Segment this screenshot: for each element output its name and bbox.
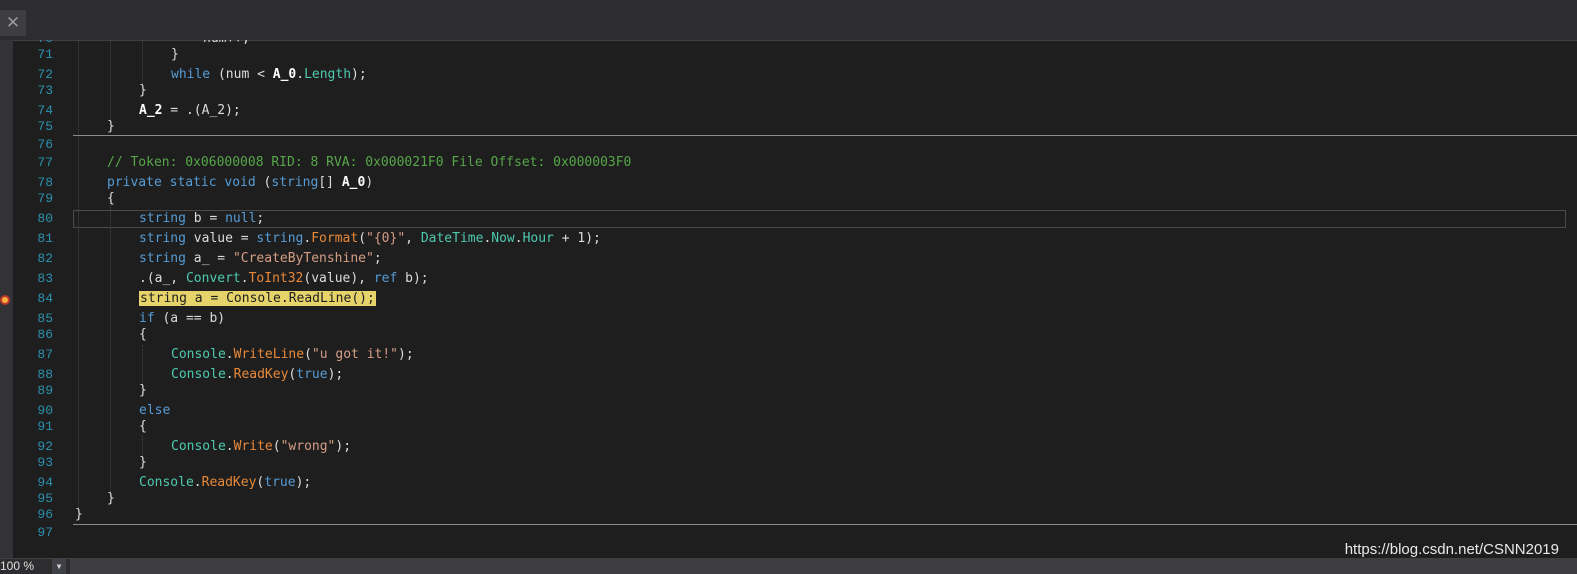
code-text: } (75, 507, 83, 522)
code-line[interactable]: 75} (0, 118, 1577, 136)
code-line[interactable]: 76 (0, 136, 1577, 154)
code-text: } (171, 47, 179, 62)
code-line[interactable]: 89} (0, 382, 1577, 400)
code-text: string value = string.Format("{0}", Date… (139, 231, 601, 246)
code-editor[interactable]: 70num++; 71} 72while (num < A_0.Length);… (0, 40, 1577, 558)
code-line[interactable]: 73} (0, 82, 1577, 100)
code-line[interactable]: 87 Console.WriteLine("u got it!"); (0, 346, 1577, 364)
close-icon: ✕ (5, 13, 21, 33)
code-line[interactable]: 77 // Token: 0x06000008 RID: 8 RVA: 0x000… (0, 154, 1577, 172)
watermark: https://blog.csdn.net/CSNN2019 (1344, 541, 1559, 558)
line-number: 76 (37, 137, 53, 152)
code-line[interactable]: 91 { (0, 418, 1577, 436)
line-number: 80 (37, 211, 53, 226)
line-number: 96 (37, 507, 53, 522)
line-number: 81 (37, 231, 53, 246)
code-line[interactable]: 84 string a = Console.ReadLine(); (0, 290, 1577, 308)
line-number: 83 (37, 271, 53, 286)
code-text: // Token: 0x06000008 RID: 8 RVA: 0x00002… (107, 155, 632, 170)
horizontal-scrollbar[interactable] (70, 559, 1577, 574)
code-line[interactable]: 82 string a_ = "CreateByTenshine"; (0, 250, 1577, 268)
line-number: 86 (37, 327, 53, 342)
code-line[interactable]: 81 string value = string.Format("{0}", Da… (0, 230, 1577, 248)
line-number: 71 (37, 47, 53, 62)
code-line[interactable]: 71} (0, 46, 1577, 64)
line-number: 79 (37, 191, 53, 206)
line-number: 93 (37, 455, 53, 470)
line-number: 75 (37, 119, 53, 134)
close-tab-button[interactable]: ✕ (0, 10, 26, 36)
code-text: Console.WriteLine("u got it!"); (171, 347, 414, 362)
zoom-level[interactable]: 100 % (0, 559, 50, 574)
breakpoint-highlight: string a = Console.ReadLine(); (139, 291, 376, 306)
code-text: } (139, 383, 147, 398)
line-number: 97 (37, 525, 53, 540)
code-line[interactable]: 97 (0, 524, 1577, 542)
tab-bar: ✕ (0, 0, 1577, 41)
code-text: } (107, 119, 115, 134)
code-line[interactable]: 79 { (0, 190, 1577, 208)
line-number: 91 (37, 419, 53, 434)
line-number: 89 (37, 383, 53, 398)
chevron-down-icon[interactable]: ▼ (52, 559, 66, 574)
code-text: string a_ = "CreateByTenshine"; (139, 251, 382, 266)
code-line[interactable]: 96} (0, 506, 1577, 524)
line-number: 87 (37, 347, 53, 362)
code-text: .(a_, Convert.ToInt32(value), ref b); (139, 271, 429, 286)
code-line[interactable]: 80 string b = null; (0, 210, 1577, 228)
line-number: 77 (37, 155, 53, 170)
code-text: } (139, 83, 147, 98)
status-bar: 100 % ▼ (0, 558, 1577, 574)
code-line[interactable]: 83 .(a_, Convert.ToInt32(value), ref b); (0, 270, 1577, 288)
line-number: 82 (37, 251, 53, 266)
code-line[interactable]: 93} (0, 454, 1577, 472)
line-number: 84 (37, 291, 53, 306)
code-line[interactable]: 86 { (0, 326, 1577, 344)
code-text: { (107, 191, 115, 206)
line-number: 73 (37, 83, 53, 98)
code-text: } (139, 455, 147, 470)
code-text: string a = Console.ReadLine(); (139, 290, 376, 308)
code-text: { (139, 327, 147, 342)
code-text: string b = null; (139, 211, 265, 226)
code-text: { (139, 419, 147, 434)
